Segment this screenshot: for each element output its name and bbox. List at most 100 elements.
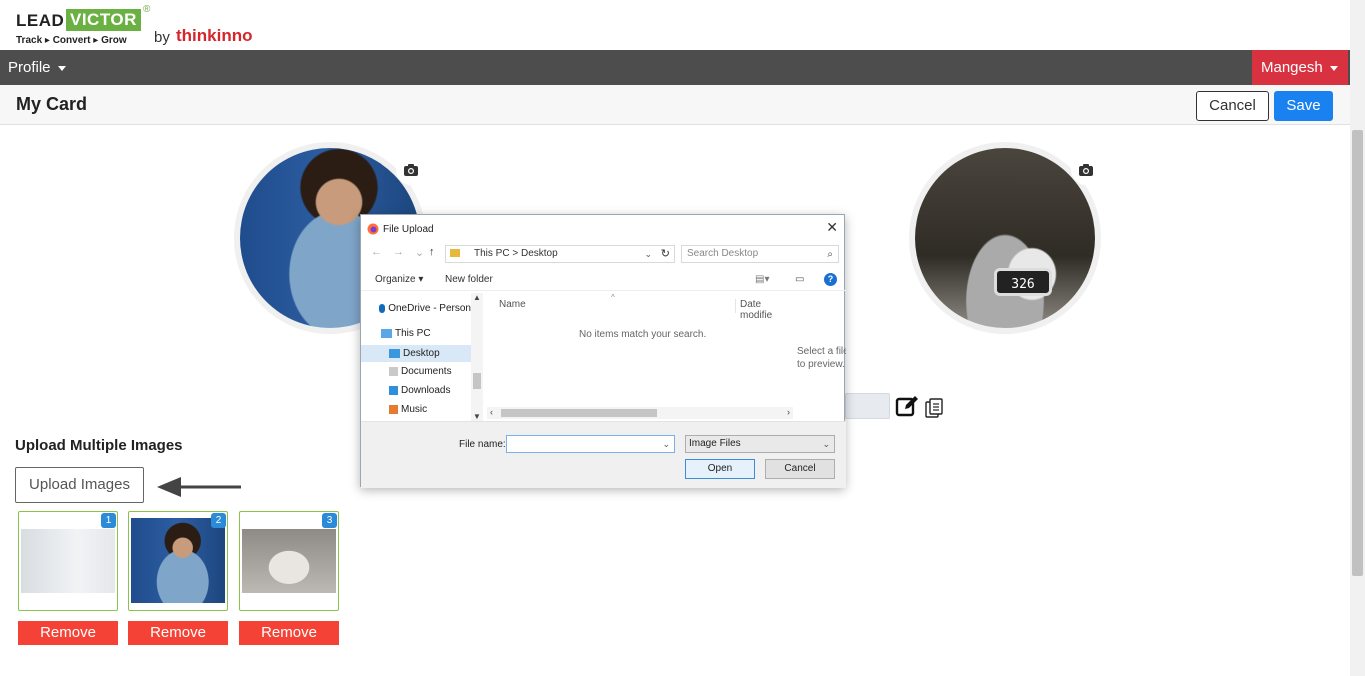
- tree-item-label: This PC: [395, 328, 431, 339]
- camera-icon: [404, 164, 418, 176]
- page-scrollbar[interactable]: [1350, 0, 1365, 676]
- dialog-cancel-button[interactable]: Cancel: [765, 459, 835, 479]
- image-thumbnail-1[interactable]: 1: [18, 511, 118, 611]
- nav-profile-label: Profile: [8, 59, 51, 76]
- brand-victor: VICTOR: [66, 9, 141, 31]
- column-header-name[interactable]: Name: [499, 299, 526, 310]
- tree-scroll-thumb[interactable]: [473, 373, 481, 389]
- thumbnail-image: [242, 529, 336, 593]
- user-name: Mangesh: [1261, 59, 1323, 76]
- save-button[interactable]: Save: [1274, 91, 1333, 121]
- file-list: Name ^ Date modifie No items match your …: [487, 293, 793, 421]
- thumbnail-badge: 3: [322, 513, 337, 528]
- tree-item-label: Downloads: [401, 385, 451, 396]
- scroll-down-icon[interactable]: ▼: [473, 412, 481, 421]
- tree-item-documents[interactable]: Documents: [389, 366, 471, 377]
- forward-arrow-icon[interactable]: →: [393, 246, 404, 258]
- user-menu-button[interactable]: Mangesh: [1252, 50, 1348, 85]
- sort-indicator-icon: ^: [611, 293, 615, 302]
- top-navbar: Profile Mangesh: [0, 50, 1350, 85]
- dialog-bottom-bar: File name: ⌄ Image Files ⌄ Open Cancel: [361, 421, 846, 488]
- search-desktop-input[interactable]: Search Desktop ⌕: [681, 245, 839, 263]
- dialog-title-bar: File Upload: [367, 221, 434, 237]
- help-icon[interactable]: ?: [824, 273, 837, 286]
- computer-icon: [381, 329, 392, 338]
- address-dropdown-icon[interactable]: ⌄: [644, 246, 652, 262]
- folder-icon: [389, 349, 400, 358]
- refresh-icon[interactable]: ↻: [661, 246, 670, 262]
- preview-message-line2: to preview.: [797, 359, 845, 370]
- tree-item-music[interactable]: Music: [389, 404, 471, 415]
- page-title: My Card: [16, 94, 88, 114]
- upload-images-button[interactable]: Upload Images: [15, 467, 144, 503]
- change-profile-photo-button[interactable]: [396, 155, 426, 185]
- recent-dropdown-icon[interactable]: ⌄: [415, 246, 424, 259]
- image-thumbnail-2[interactable]: 2: [128, 511, 228, 611]
- new-folder-button[interactable]: New folder: [445, 274, 493, 285]
- cover-photo: 326: [915, 148, 1095, 328]
- remove-image-1-button[interactable]: Remove: [18, 621, 118, 645]
- folder-icon: [450, 249, 460, 257]
- tree-item-label: Music: [401, 404, 428, 415]
- scroll-left-icon[interactable]: ‹: [490, 407, 493, 417]
- column-header-date[interactable]: Date modifie: [735, 299, 793, 321]
- music-icon: [389, 405, 398, 414]
- title-bar: My Card Cancel Save: [0, 85, 1350, 125]
- document-icon: [389, 367, 398, 376]
- change-cover-photo-button[interactable]: [1071, 155, 1101, 185]
- nav-profile-dropdown[interactable]: Profile: [8, 59, 66, 76]
- tree-scrollbar[interactable]: ▲ ▼: [471, 293, 483, 421]
- tree-item-label: Documents: [401, 366, 452, 377]
- organize-label: Organize: [375, 274, 416, 285]
- brand-logo[interactable]: LEAD VICTOR ® Track ▸ Convert ▸ Grow by …: [16, 4, 256, 48]
- thumbnail-image: [21, 529, 115, 593]
- tree-item-desktop[interactable]: Desktop: [361, 345, 471, 362]
- tree-item-downloads[interactable]: Downloads: [389, 385, 471, 396]
- scroll-up-icon[interactable]: ▲: [473, 293, 481, 302]
- edit-icon[interactable]: [895, 394, 919, 418]
- search-icon: ⌕: [827, 249, 833, 260]
- thumbnail-badge: 1: [101, 513, 116, 528]
- view-options-icon[interactable]: ▤▾: [755, 274, 769, 285]
- hscroll-thumb[interactable]: [501, 409, 657, 417]
- organize-menu[interactable]: Organize ▾: [375, 274, 423, 285]
- address-row: ← → ⌄ ↑ This PC > Desktop ⌄ ↻ Search Des…: [361, 243, 846, 265]
- preview-message-line1: Select a file: [797, 346, 846, 357]
- navigation-tree: OneDrive - Person This PC Desktop Docume…: [361, 293, 483, 421]
- page-scroll-thumb[interactable]: [1352, 130, 1363, 576]
- remove-image-2-button[interactable]: Remove: [128, 621, 228, 645]
- brand-company: thinkinno: [176, 26, 253, 45]
- address-root: This PC: [474, 248, 510, 259]
- preview-pane-icon[interactable]: ▭: [795, 274, 804, 285]
- file-list-hscrollbar[interactable]: ‹ ›: [487, 407, 793, 419]
- brand-by: by: [154, 29, 170, 46]
- caret-down-icon: [57, 65, 66, 71]
- image-thumbnail-3[interactable]: 3: [239, 511, 339, 611]
- file-type-select[interactable]: Image Files ⌄: [685, 435, 835, 453]
- thumbnail-image: [131, 518, 225, 603]
- tree-item-this-pc[interactable]: This PC: [381, 328, 471, 339]
- back-arrow-icon[interactable]: ←: [371, 246, 382, 258]
- tree-item-label: Desktop: [403, 348, 440, 359]
- chevron-down-icon[interactable]: ⌄: [662, 436, 670, 452]
- dialog-title: File Upload: [383, 223, 434, 235]
- address-separator: >: [512, 248, 519, 259]
- file-type-value: Image Files: [689, 438, 741, 449]
- file-name-input[interactable]: ⌄: [506, 435, 675, 453]
- cloud-icon: [379, 304, 386, 313]
- dialog-open-button[interactable]: Open: [685, 459, 755, 479]
- brand-lead: LEAD: [16, 11, 65, 30]
- dialog-close-icon[interactable]: ✕: [826, 219, 838, 236]
- brand-tagline: Track ▸ Convert ▸ Grow: [16, 35, 127, 46]
- remove-image-3-button[interactable]: Remove: [239, 621, 339, 645]
- address-bar[interactable]: This PC > Desktop ⌄ ↻: [445, 245, 675, 263]
- card-link-field[interactable]: [845, 393, 890, 419]
- chevron-down-icon: ⌄: [822, 439, 830, 449]
- cancel-button[interactable]: Cancel: [1196, 91, 1269, 121]
- up-arrow-icon[interactable]: ↑: [429, 246, 435, 258]
- tree-item-onedrive[interactable]: OneDrive - Person: [379, 303, 471, 314]
- chevron-down-icon: ▾: [418, 274, 424, 285]
- empty-list-message: No items match your search.: [579, 329, 707, 340]
- copy-icon[interactable]: [925, 398, 943, 418]
- scroll-right-icon[interactable]: ›: [787, 407, 790, 417]
